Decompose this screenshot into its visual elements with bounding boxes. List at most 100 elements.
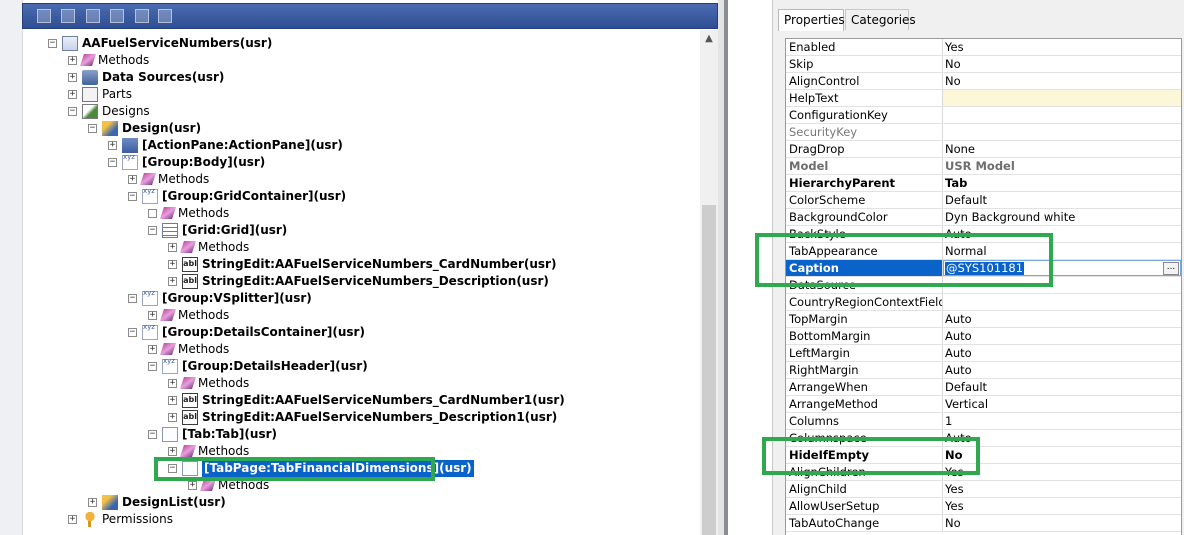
tree-node[interactable]: − [Group:Body](usr) bbox=[22, 153, 700, 171]
expand-icon[interactable]: + bbox=[168, 260, 177, 269]
scroll-thumb[interactable] bbox=[702, 205, 716, 535]
property-row[interactable]: BottomMargin Auto bbox=[786, 328, 1181, 345]
properties-icon[interactable] bbox=[61, 9, 75, 23]
expand-icon[interactable]: + bbox=[168, 413, 177, 422]
scroll-up-arrow-icon[interactable]: ▲ bbox=[700, 30, 718, 47]
caption-value-field[interactable]: @SYS101181... bbox=[943, 260, 1181, 276]
property-row[interactable]: AllowUserSetup Yes bbox=[786, 498, 1181, 515]
tree-node[interactable]: + abl StringEdit:AAFuelServiceNumbers_Card… bbox=[22, 392, 700, 409]
property-row[interactable]: SecurityKey bbox=[786, 124, 1181, 141]
tree-node[interactable]: − Designs bbox=[22, 103, 700, 120]
tree-node[interactable]: + Methods bbox=[22, 52, 700, 69]
expand-icon[interactable]: + bbox=[68, 90, 77, 99]
open-icon[interactable] bbox=[37, 9, 51, 23]
property-row[interactable]: Columnspace Auto bbox=[786, 430, 1181, 447]
tree-node[interactable]: + Methods bbox=[22, 171, 700, 188]
tree-node[interactable]: + Methods bbox=[22, 239, 700, 256]
tree-node[interactable]: − [Tab:Tab](usr) bbox=[22, 426, 700, 443]
tree-node[interactable]: + Parts bbox=[22, 86, 700, 103]
property-row[interactable]: Columns 1 bbox=[786, 413, 1181, 430]
expand-icon[interactable]: + bbox=[68, 56, 77, 65]
property-row[interactable]: Enabled Yes bbox=[786, 39, 1181, 56]
property-row[interactable]: Model USR Model bbox=[786, 158, 1181, 175]
expand-icon[interactable]: + bbox=[188, 481, 197, 490]
collapse-icon[interactable]: − bbox=[68, 107, 77, 116]
tree-node[interactable]: − [Grid:Grid](usr) bbox=[22, 222, 700, 239]
tree-node[interactable]: + Methods bbox=[22, 375, 700, 392]
leaf-box-icon[interactable] bbox=[148, 209, 157, 218]
expand-icon[interactable]: + bbox=[148, 311, 157, 320]
filter-icon[interactable] bbox=[135, 9, 149, 23]
property-row[interactable]: DragDrop None bbox=[786, 141, 1181, 158]
expand-icon[interactable]: + bbox=[168, 396, 177, 405]
property-row[interactable]: CountryRegionContextField bbox=[786, 294, 1181, 311]
tree-node[interactable]: + abl StringEdit:AAFuelServiceNumbers_Desc… bbox=[22, 409, 700, 426]
tree-node[interactable]: Methods bbox=[22, 205, 700, 222]
tree-node[interactable]: + Permissions bbox=[22, 511, 700, 528]
expand-icon[interactable]: + bbox=[168, 379, 177, 388]
property-row[interactable]: Skip No bbox=[786, 56, 1181, 73]
expand-icon[interactable]: + bbox=[168, 277, 177, 286]
tree-node[interactable]: + Methods bbox=[22, 443, 700, 460]
collapse-icon[interactable]: − bbox=[148, 226, 157, 235]
collapse-icon[interactable]: − bbox=[128, 328, 137, 337]
expand-icon[interactable]: + bbox=[108, 141, 117, 150]
property-row[interactable]: RightMargin Auto bbox=[786, 362, 1181, 379]
expand-icon[interactable]: + bbox=[88, 498, 97, 507]
property-row[interactable]: HelpText bbox=[786, 90, 1181, 107]
property-row[interactable]: TabAutoChange No bbox=[786, 515, 1181, 532]
sort-icon[interactable] bbox=[110, 9, 124, 23]
expand-icon[interactable]: + bbox=[68, 73, 77, 82]
property-row[interactable]: ColorScheme Default bbox=[786, 192, 1181, 209]
property-row[interactable]: AlignControl No bbox=[786, 73, 1181, 90]
property-row[interactable]: ConfigurationKey bbox=[786, 107, 1181, 124]
tree-node[interactable]: + Data Sources(usr) bbox=[22, 69, 700, 86]
property-row[interactable]: BackStyle Auto bbox=[786, 226, 1181, 243]
property-row[interactable]: HideIfEmpty No bbox=[786, 447, 1181, 464]
expand-icon[interactable]: + bbox=[168, 243, 177, 252]
ellipsis-button[interactable]: ... bbox=[1163, 262, 1179, 275]
tree-node[interactable]: − [TabPage:TabFinancialDimensions](usr) bbox=[22, 460, 700, 477]
tree-node[interactable]: − [Group:DetailsContainer](usr) bbox=[22, 323, 700, 341]
collapse-icon[interactable]: − bbox=[148, 362, 157, 371]
tab-categories[interactable]: Categories bbox=[845, 9, 916, 30]
expand-icon[interactable]: + bbox=[148, 345, 157, 354]
save-icon[interactable] bbox=[86, 9, 100, 23]
property-row[interactable]: DataSource bbox=[786, 277, 1181, 294]
property-row[interactable]: BackgroundColor Dyn Background white bbox=[786, 209, 1181, 226]
property-row[interactable]: LeftMargin Auto bbox=[786, 345, 1181, 362]
collapse-icon[interactable]: − bbox=[128, 294, 137, 303]
tree-node[interactable]: + Methods bbox=[22, 341, 700, 358]
property-row[interactable]: TopMargin Auto bbox=[786, 311, 1181, 328]
collapse-icon[interactable]: − bbox=[168, 464, 177, 473]
collapse-icon[interactable]: − bbox=[148, 430, 157, 439]
tree-scrollbar[interactable]: ▲ bbox=[700, 30, 718, 535]
tree-node[interactable]: − [Group:DetailsHeader](usr) bbox=[22, 357, 700, 375]
property-row[interactable]: ArrangeWhen Default bbox=[786, 379, 1181, 396]
collapse-icon[interactable]: − bbox=[108, 158, 117, 167]
property-row[interactable]: HierarchyParent Tab bbox=[786, 175, 1181, 192]
tab-properties[interactable]: Properties bbox=[778, 9, 845, 31]
tree-node[interactable]: − Design(usr) bbox=[22, 120, 700, 137]
tree-node[interactable]: − AAFuelServiceNumbers(usr) bbox=[22, 35, 700, 52]
expand-icon[interactable]: + bbox=[68, 515, 77, 524]
tree-node[interactable]: + abl StringEdit:AAFuelServiceNumbers_Card… bbox=[22, 256, 700, 273]
compile-icon[interactable] bbox=[158, 9, 172, 23]
tree-node[interactable]: + DesignList(usr) bbox=[22, 494, 700, 511]
tree-node[interactable]: + [ActionPane:ActionPane](usr) bbox=[22, 137, 700, 154]
property-row[interactable]: Caption @SYS101181... bbox=[786, 260, 1181, 277]
tree-node[interactable]: + Methods bbox=[22, 307, 700, 324]
collapse-icon[interactable]: − bbox=[48, 39, 57, 48]
property-row[interactable]: AlignChild Yes bbox=[786, 481, 1181, 498]
tree-node[interactable]: + abl StringEdit:AAFuelServiceNumbers_Desc… bbox=[22, 273, 700, 290]
expand-icon[interactable]: + bbox=[128, 175, 137, 184]
property-row[interactable]: TabAppearance Normal bbox=[786, 243, 1181, 260]
caption-value-text[interactable]: @SYS101181 bbox=[945, 262, 1025, 275]
expand-icon[interactable]: + bbox=[168, 447, 177, 456]
tree-node[interactable]: − [Group:VSplitter](usr) bbox=[22, 289, 700, 307]
collapse-icon[interactable]: − bbox=[128, 192, 137, 201]
tree-node[interactable]: − [Group:GridContainer](usr) bbox=[22, 187, 700, 205]
collapse-icon[interactable]: − bbox=[88, 124, 97, 133]
property-row[interactable]: AlignChildren Yes bbox=[786, 464, 1181, 481]
property-row[interactable]: ArrangeMethod Vertical bbox=[786, 396, 1181, 413]
